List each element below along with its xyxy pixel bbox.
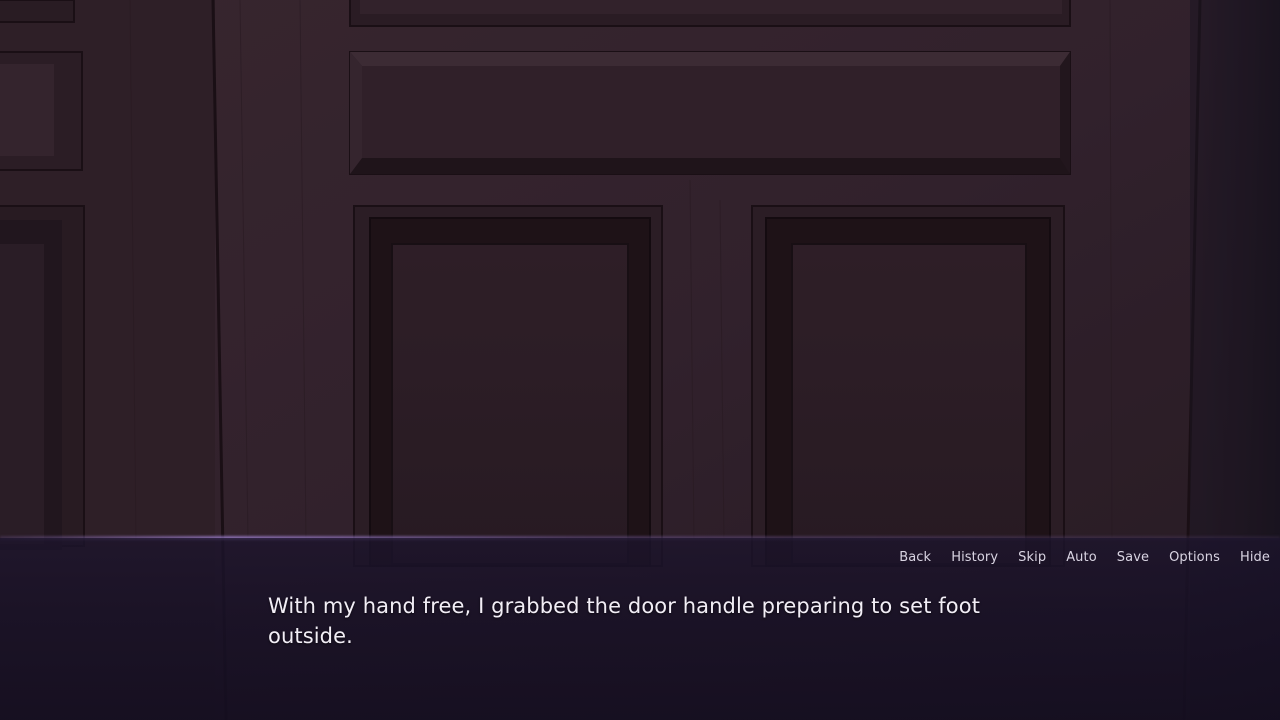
dialogue-text: With my hand free, I grabbed the door ha… (268, 594, 981, 648)
skip-button[interactable]: Skip (1008, 549, 1056, 567)
back-button[interactable]: Back (889, 549, 941, 567)
auto-button[interactable]: Auto (1056, 549, 1107, 567)
options-button[interactable]: Options (1159, 549, 1230, 567)
hide-button[interactable]: Hide (1230, 549, 1270, 567)
save-button[interactable]: Save (1107, 549, 1159, 567)
quick-menu: Back History Skip Auto Save Options Hide (889, 549, 1270, 567)
history-button[interactable]: History (941, 549, 1008, 567)
